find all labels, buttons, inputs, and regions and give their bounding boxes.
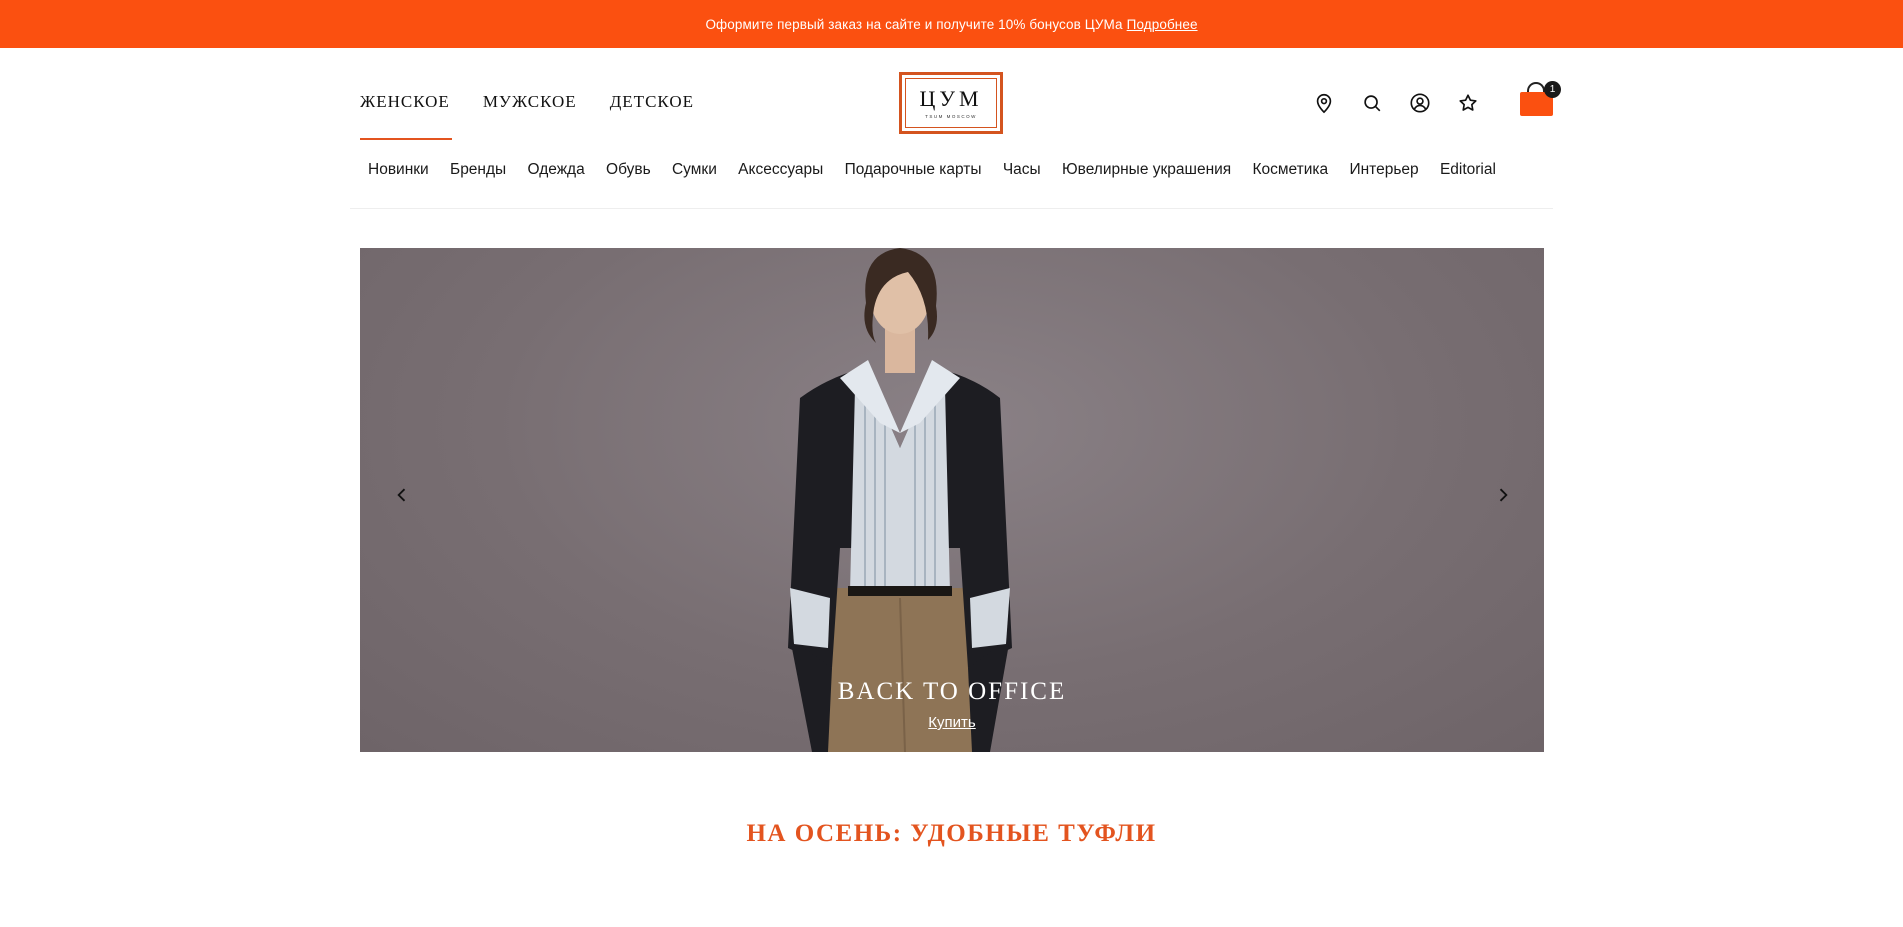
logo-subtitle: TSUM MOSCOW	[925, 113, 977, 119]
hero-model-image	[788, 248, 1012, 752]
category-shoes[interactable]: Обувь	[606, 161, 651, 179]
category-accessories[interactable]: Аксессуары	[738, 161, 823, 179]
promo-banner: Оформите первый заказ на сайте и получит…	[0, 0, 1903, 48]
hero-buy-label[interactable]: Купить	[928, 714, 975, 731]
category-cosmetics[interactable]: Косметика	[1252, 161, 1328, 179]
cart-icon[interactable]: 1	[1518, 81, 1561, 118]
promo-text: Оформите первый заказ на сайте и получит…	[705, 16, 1123, 32]
hero-buy-link: Купить	[360, 714, 1544, 731]
favorites-icon[interactable]	[1456, 91, 1480, 115]
carousel-prev-button[interactable]	[382, 475, 422, 515]
tab-women[interactable]: ЖЕНСКОЕ	[360, 92, 452, 140]
search-icon[interactable]	[1360, 91, 1384, 115]
location-icon[interactable]	[1312, 91, 1336, 115]
header-icons: 1	[1312, 81, 1561, 118]
nav-divider	[350, 208, 1553, 209]
category-clothing[interactable]: Одежда	[527, 161, 584, 179]
category-jewelry[interactable]: Ювелирные украшения	[1062, 161, 1231, 179]
category-interior[interactable]: Интерьер	[1349, 161, 1418, 179]
tsum-logo[interactable]: ЦУМ TSUM MOSCOW	[899, 72, 1003, 134]
tab-kids[interactable]: ДЕТСКОЕ	[610, 92, 694, 140]
logo-frame: ЦУМ TSUM MOSCOW	[905, 78, 997, 128]
account-icon[interactable]	[1408, 91, 1432, 115]
category-editorial[interactable]: Editorial	[1440, 161, 1496, 179]
logo-word: ЦУМ	[919, 85, 983, 111]
category-watches[interactable]: Часы	[1003, 161, 1041, 179]
carousel-next-button[interactable]	[1483, 475, 1523, 515]
chevron-left-icon	[397, 488, 406, 502]
category-brands[interactable]: Бренды	[450, 161, 506, 179]
category-new[interactable]: Новинки	[368, 161, 429, 179]
category-nav: Новинки Бренды Одежда Обувь Сумки Аксесс…	[358, 161, 1507, 179]
hero-banner[interactable]: BACK TO OFFICE Купить	[360, 248, 1544, 752]
cart-count-badge: 1	[1544, 81, 1561, 98]
category-gift-cards[interactable]: Подарочные карты	[845, 161, 982, 179]
section-title: НА ОСЕНЬ: УДОБНЫЕ ТУФЛИ	[746, 820, 1157, 847]
category-bags[interactable]: Сумки	[672, 161, 717, 179]
promo-link[interactable]: Подробнее	[1127, 17, 1198, 32]
tab-men[interactable]: МУЖСКОЕ	[483, 92, 577, 140]
chevron-right-icon	[1499, 488, 1508, 502]
hero-title: BACK TO OFFICE	[837, 678, 1067, 705]
gender-tabs: ЖЕНСКОЕ МУЖСКОЕ ДЕТСКОЕ	[360, 92, 727, 140]
